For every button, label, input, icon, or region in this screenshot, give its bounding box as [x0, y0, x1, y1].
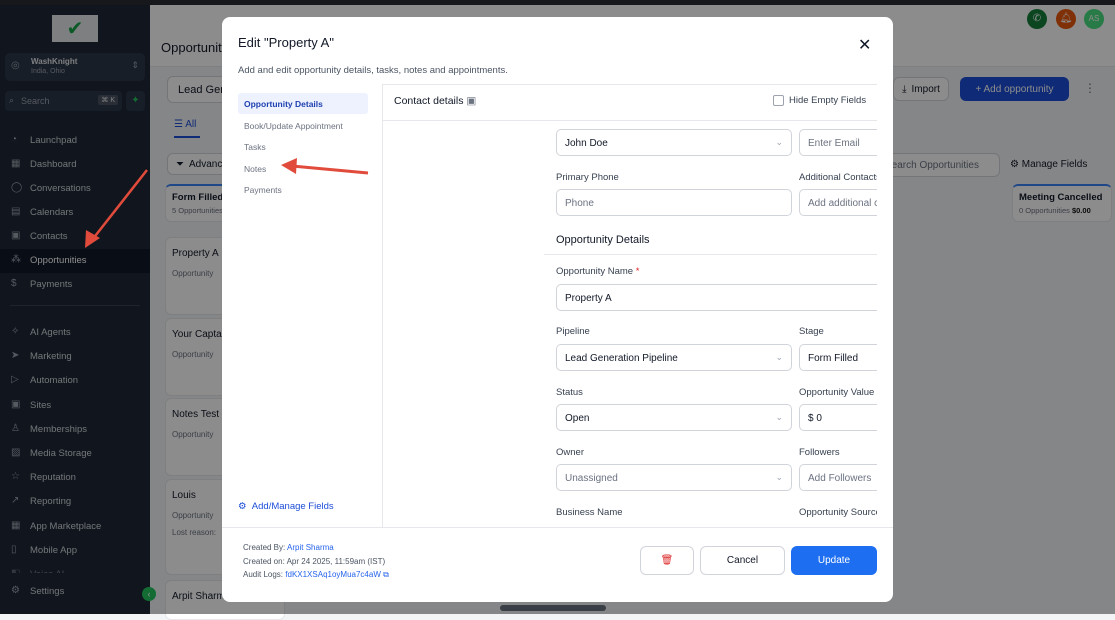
arrow-to-opportunities: [85, 169, 148, 248]
arrow-to-notes: [281, 158, 369, 175]
annotation-arrows: [85, 158, 369, 248]
